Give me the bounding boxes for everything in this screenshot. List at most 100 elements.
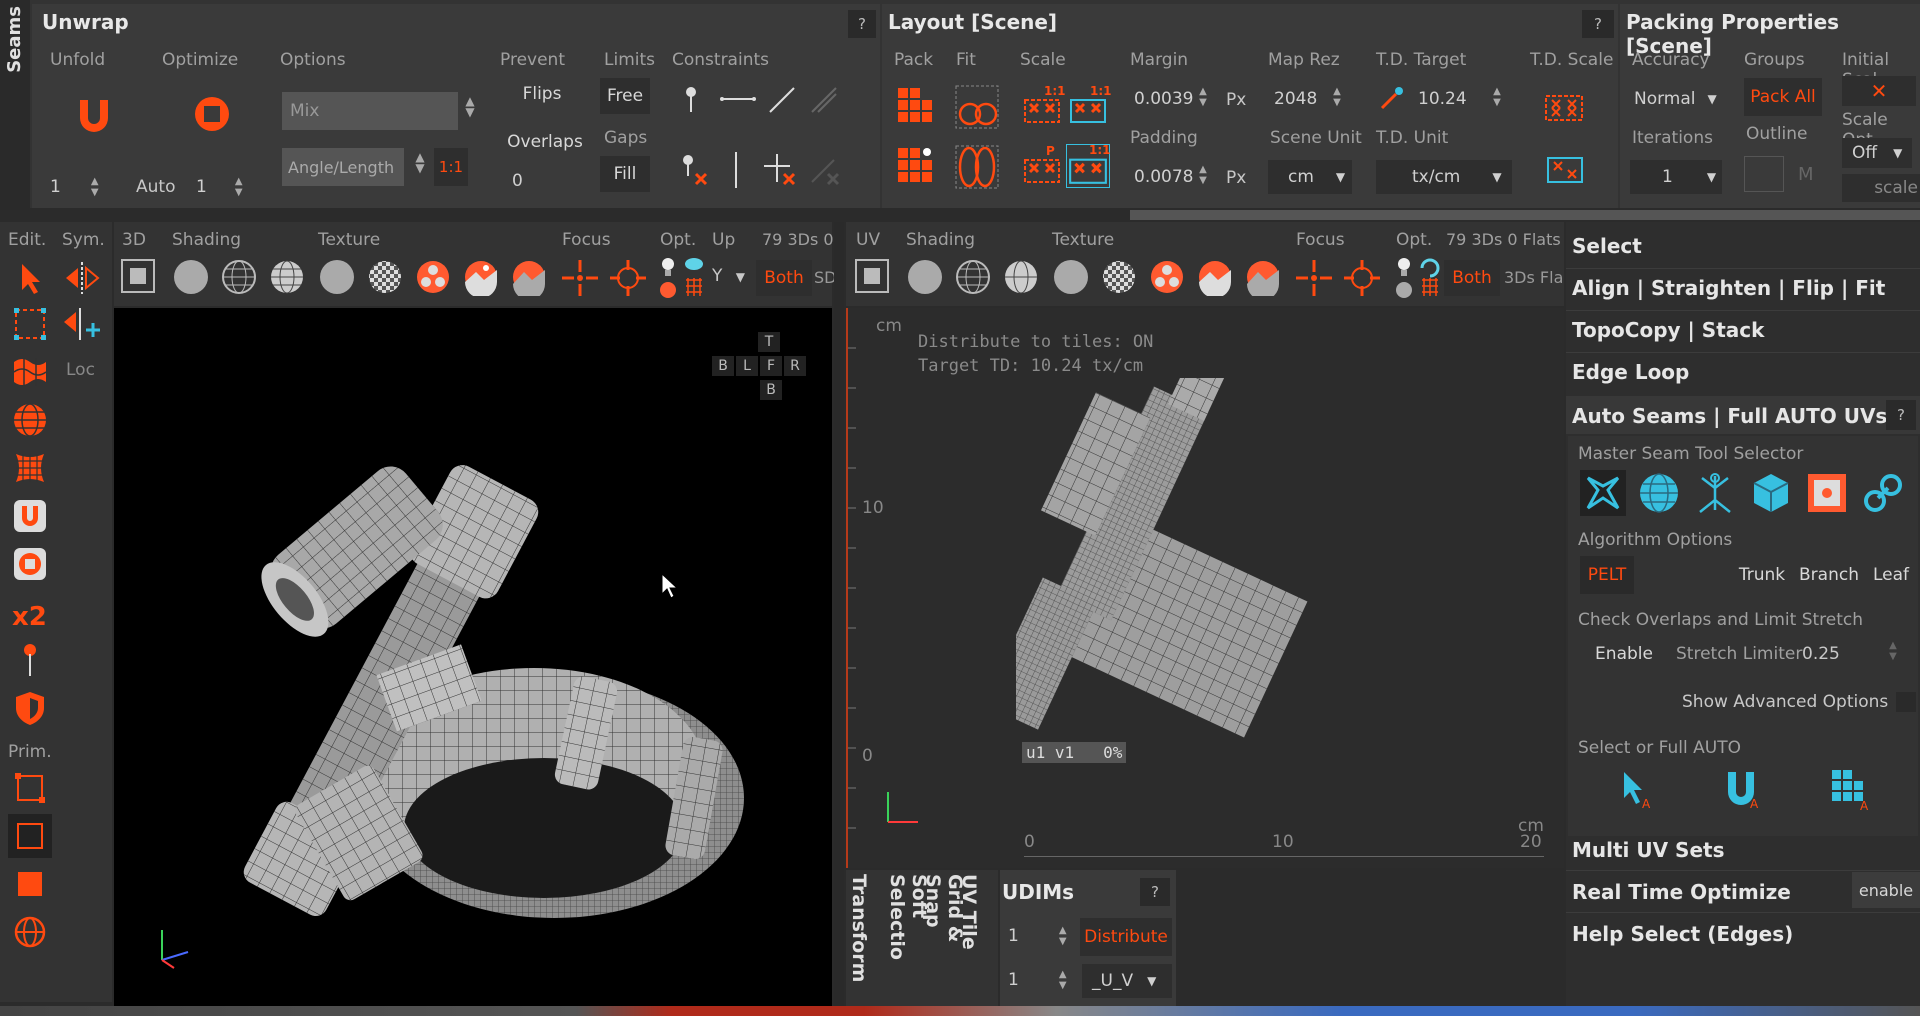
- unpin-icon[interactable]: [676, 152, 710, 188]
- optimize-tool-icon[interactable]: [10, 544, 50, 584]
- fit-stretch-icon[interactable]: [954, 144, 1000, 190]
- seam-tree-icon[interactable]: [1692, 470, 1738, 516]
- td-scale-selected-icon[interactable]: [1546, 152, 1584, 186]
- shield-icon[interactable]: [10, 688, 50, 728]
- auto-pack-icon[interactable]: A: [1830, 768, 1874, 812]
- viewport-3d[interactable]: T B L F R B: [114, 308, 832, 1006]
- vpuv-tab-label[interactable]: UV: [856, 230, 880, 250]
- layout-help-button[interactable]: ?: [1582, 10, 1614, 38]
- seam-cube-icon[interactable]: [1748, 470, 1794, 516]
- seams-tab[interactable]: Seams: [0, 0, 30, 210]
- td-target-spinner-icon[interactable]: ▲ ▼: [1490, 86, 1504, 108]
- vpuv-shaded-sphere-icon[interactable]: [908, 260, 942, 294]
- prim-globe-icon[interactable]: [10, 912, 50, 952]
- unfold-button[interactable]: [72, 92, 116, 136]
- sidebar-select[interactable]: Select: [1572, 234, 1642, 258]
- sidebar-align[interactable]: Align | Straighten | Flip | Fit: [1572, 276, 1885, 300]
- uv-tile-tab[interactable]: UV Tile: [958, 874, 980, 1000]
- viewport-splitter[interactable]: [834, 222, 844, 1006]
- clear-constraints-icon[interactable]: [760, 152, 800, 188]
- pack-all-button[interactable]: Pack All: [1744, 78, 1822, 116]
- auto-select-icon[interactable]: A: [1616, 768, 1660, 812]
- distribute-button[interactable]: Distribute: [1080, 918, 1172, 956]
- udims-field-1[interactable]: 1 ▲ ▼: [1002, 918, 1078, 954]
- angle-length-select[interactable]: Angle/Length: [282, 148, 404, 186]
- vp3d-light-icon[interactable]: [656, 254, 706, 302]
- vp3d-tab-label[interactable]: 3D: [122, 230, 146, 250]
- branch-button[interactable]: Branch: [1796, 556, 1862, 594]
- vp3d-angle-icon[interactable]: [510, 258, 548, 296]
- nav-back-button[interactable]: B: [712, 356, 734, 376]
- show-advanced-checkbox[interactable]: [1896, 692, 1916, 712]
- sphere-grid-icon[interactable]: [10, 400, 50, 440]
- vpuv-wire-sphere-icon[interactable]: [954, 258, 992, 296]
- symmetry-add-icon[interactable]: [62, 304, 102, 344]
- iterations-field[interactable]: 1 ▲ ▼: [36, 170, 120, 204]
- loc-label[interactable]: Loc: [66, 360, 95, 380]
- packing-iterations-select[interactable]: 1 ▼: [1630, 160, 1722, 194]
- pin-icon[interactable]: [676, 84, 706, 114]
- stretch-spinner-icon[interactable]: ▲ ▼: [1886, 640, 1900, 662]
- td-unit-select[interactable]: tx/cm ▼: [1376, 160, 1512, 194]
- toolbar-scrollbar[interactable]: [1130, 210, 1920, 220]
- stretch-limiter-value[interactable]: 0.25: [1802, 644, 1840, 664]
- flips-button[interactable]: Flips: [502, 76, 582, 112]
- nav-bottom-button[interactable]: B: [760, 380, 782, 400]
- wave-grid-icon[interactable]: [10, 352, 50, 392]
- scale-11-all-button[interactable]: 1:1: [1068, 84, 1112, 126]
- vp3d-texture-sphere-icon[interactable]: [320, 260, 354, 294]
- vp3d-stretch-icon[interactable]: [462, 258, 500, 296]
- seam-tool-cross-button[interactable]: [1580, 470, 1626, 516]
- trunk-button[interactable]: Trunk: [1732, 556, 1792, 594]
- enable-button[interactable]: Enable: [1580, 636, 1668, 672]
- symmetry-icon[interactable]: [62, 258, 102, 298]
- map-rez-spinner-icon[interactable]: ▲ ▼: [1330, 86, 1344, 108]
- fit-icon[interactable]: [954, 84, 1000, 130]
- outline-image-icon[interactable]: [1744, 156, 1784, 192]
- overlaps-button[interactable]: Overlaps: [502, 124, 588, 160]
- eyedropper-icon[interactable]: [1376, 84, 1406, 114]
- prim-square-selected[interactable]: [8, 814, 52, 858]
- auto-seams-help-button[interactable]: ?: [1886, 400, 1916, 430]
- udims-field-2[interactable]: 1 ▲ ▼: [1002, 962, 1078, 998]
- scene-unit-select[interactable]: cm ▼: [1268, 160, 1352, 194]
- scale-p-button[interactable]: P: [1022, 144, 1062, 186]
- transform-tab[interactable]: Transform: [848, 874, 870, 1000]
- sidebar-real-time[interactable]: Real Time Optimize: [1572, 880, 1791, 904]
- optimize-button[interactable]: [190, 92, 234, 136]
- pin-tool-icon[interactable]: [10, 640, 50, 680]
- vpuv-distort-icon[interactable]: [1148, 258, 1186, 296]
- scale-11-button[interactable]: 1:1: [1022, 84, 1066, 126]
- td-scale-icon[interactable]: [1544, 90, 1584, 124]
- diagonal-constraint-icon[interactable]: [766, 84, 798, 116]
- pack-selected-icon[interactable]: [896, 146, 936, 186]
- prim-square-icon[interactable]: [10, 768, 50, 808]
- seam-sphere-icon[interactable]: [1636, 470, 1682, 516]
- scale-11-selected-button[interactable]: 1:1: [1066, 143, 1111, 188]
- vpuv-stretch-icon[interactable]: [1196, 258, 1234, 296]
- padding-spinner-icon[interactable]: ▲ ▼: [1196, 164, 1210, 186]
- initial-scale-close-button[interactable]: ✕: [1842, 76, 1916, 106]
- angle-spinner-icon[interactable]: ▲ ▼: [412, 151, 428, 174]
- nav-left-button[interactable]: L: [736, 356, 758, 376]
- vpuv-both-button[interactable]: Both: [1444, 260, 1500, 296]
- vp3d-shaded-sphere-icon[interactable]: [174, 260, 208, 294]
- accuracy-select[interactable]: Normal ▼: [1630, 82, 1720, 116]
- pelt-button[interactable]: PELT: [1580, 556, 1634, 594]
- mix-select[interactable]: Mix: [282, 92, 458, 130]
- vp3d-wire-sphere-icon[interactable]: [220, 258, 258, 296]
- uv-islands[interactable]: [1016, 378, 1356, 788]
- margin-spinner-icon[interactable]: ▲ ▼: [1196, 86, 1210, 108]
- td-target-field[interactable]: 10.24: [1412, 82, 1484, 116]
- unfold-tool-icon[interactable]: [10, 496, 50, 536]
- real-time-enable-button[interactable]: enable: [1852, 872, 1920, 908]
- vpuv-focus-icon[interactable]: [1294, 258, 1334, 298]
- mix-spinner-icon[interactable]: ▲ ▼: [460, 95, 480, 118]
- box-select-icon[interactable]: [10, 304, 50, 344]
- one-one-button[interactable]: 1:1: [434, 148, 468, 186]
- scale-button[interactable]: scale: [1842, 174, 1920, 202]
- vpuv-light-icon[interactable]: [1392, 254, 1442, 302]
- fill-button[interactable]: Fill: [600, 156, 650, 192]
- vertical-constraint-icon[interactable]: [726, 150, 746, 190]
- leaf-button[interactable]: Leaf: [1866, 556, 1916, 594]
